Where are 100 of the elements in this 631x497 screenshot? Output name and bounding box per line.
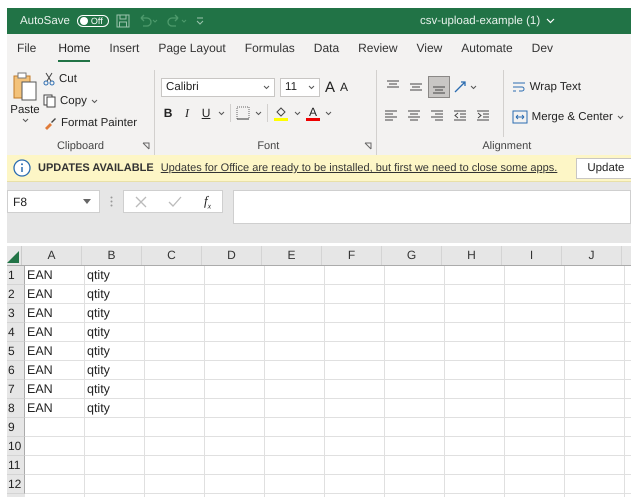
row-header[interactable]: 5 [7,342,25,361]
column-header[interactable]: I [502,246,562,265]
column-header[interactable]: D [202,246,262,265]
row-header[interactable]: 3 [7,304,25,323]
column-header[interactable]: A [22,246,82,265]
clipboard-icon [12,72,38,102]
customize-toolbar-icon[interactable] [194,16,205,26]
ribbon-tab[interactable]: Insert [109,36,140,62]
caret-icon[interactable] [218,110,226,116]
checkmark-icon[interactable] [168,196,182,208]
column-header[interactable]: F [322,246,382,265]
insert-function-button[interactable]: f$_{x}$ [204,192,212,210]
row-header[interactable]: 8 [7,399,25,418]
italic-button[interactable]: I [180,106,194,120]
row-header[interactable]: 9 [7,418,25,437]
scissors-icon [43,72,55,86]
caret-icon[interactable] [308,84,316,90]
dialog-launcher-icon[interactable] [142,142,150,150]
column-header[interactable]: E [262,246,322,265]
column-header[interactable]: C [142,246,202,265]
column-header[interactable]: J [562,246,622,265]
cut-button[interactable]: Cut [43,70,138,88]
caret-icon[interactable] [294,110,302,116]
paste-button[interactable]: Paste [7,70,43,137]
ribbon-tab[interactable]: Data [314,36,340,62]
save-icon[interactable] [116,14,130,28]
format-painter-button[interactable]: Format Painter [43,114,138,132]
row-header[interactable]: 1 [7,266,25,285]
table-cell-text: EAN [26,286,54,303]
ribbon-tab[interactable]: Page Layout [158,36,226,62]
merge-cells-icon [512,110,528,124]
table-cell-text: EAN [26,381,54,398]
dropdown-icon [83,199,91,204]
column-header[interactable]: B [82,246,142,265]
row-header[interactable]: 7 [7,380,25,399]
font-color-button[interactable]: A [306,106,320,120]
caret-icon[interactable] [616,114,624,120]
more-icon [110,196,113,207]
underline-button[interactable]: U [199,106,214,120]
caret-icon[interactable] [263,84,270,90]
row-header[interactable]: 6 [7,361,25,380]
column-header[interactable]: G [382,246,442,265]
row-header[interactable]: 2 [7,285,25,304]
group-label: Font [257,140,280,152]
row-header[interactable]: 4 [7,323,25,342]
name-box[interactable]: F8 [7,190,100,213]
redo-icon [166,14,188,28]
ribbon-tab[interactable]: View [416,36,442,62]
row-header[interactable]: 10 [7,437,25,456]
paintbrush-icon [43,116,57,130]
increase-font-button[interactable]: A [325,78,336,96]
table-cell-text: qtity [86,343,111,360]
table-cell-text: EAN [26,305,54,322]
autosave-toggle[interactable]: Off [76,15,109,27]
fill-color-icon[interactable] [273,105,290,121]
corner-triangle-icon [7,251,19,263]
update-link[interactable]: Updates for Office are ready to be installed, but first we need to close some apps. [160,162,558,174]
font-size-field[interactable]: 11 [280,78,320,96]
font-name-field[interactable]: Calibri [161,78,276,96]
row-header[interactable]: 11 [7,456,25,475]
decrease-font-button[interactable]: A [340,80,348,94]
copy-icon [43,94,56,108]
bold-button[interactable]: B [161,106,176,120]
caret-icon[interactable] [470,84,477,90]
dialog-launcher-icon[interactable] [364,142,372,150]
wrap-text-icon [512,80,526,94]
table-cell-text: EAN [26,267,54,284]
borders-icon[interactable] [236,106,250,120]
group-label: Alignment [482,140,532,152]
update-button[interactable]: Update [576,158,631,178]
table-cell-text: EAN [26,324,54,341]
table-cell-text: qtity [86,400,111,417]
ribbon-tab[interactable]: Formulas [244,36,295,62]
row-header[interactable]: 12 [7,475,25,494]
caret-icon[interactable] [90,98,98,104]
table-cell-text: EAN [26,400,54,417]
table-cell-text: qtity [86,324,111,341]
merge-center-button[interactable]: Merge & Center [512,108,624,126]
caret-icon[interactable] [255,110,262,116]
table-cell-text: qtity [86,381,111,398]
ribbon-tab[interactable]: File [17,36,36,62]
align-bottom-icon[interactable] [428,77,449,97]
info-icon [13,159,31,177]
copy-button[interactable]: Copy [43,92,138,110]
column-header[interactable]: H [442,246,502,265]
message-title: UPDATES AVAILABLE [38,162,154,174]
wrap-text-button[interactable]: Wrap Text [512,78,624,96]
autosave-label: AutoSave [20,15,70,27]
caret-icon[interactable] [22,118,28,123]
ribbon-tab[interactable]: Dev [532,36,554,62]
table-cell-text: qtity [86,286,111,303]
caret-icon[interactable] [325,110,332,116]
ribbon-tab[interactable]: Automate [461,36,513,62]
formula-input[interactable] [233,190,631,224]
ribbon-tab[interactable]: Home [58,36,90,62]
ribbon-tab[interactable]: Review [358,36,398,62]
chevron-down-icon[interactable] [546,18,556,24]
table-cell-text: qtity [86,362,111,379]
group-label: Clipboard [56,140,104,152]
select-all-button[interactable] [7,246,22,265]
